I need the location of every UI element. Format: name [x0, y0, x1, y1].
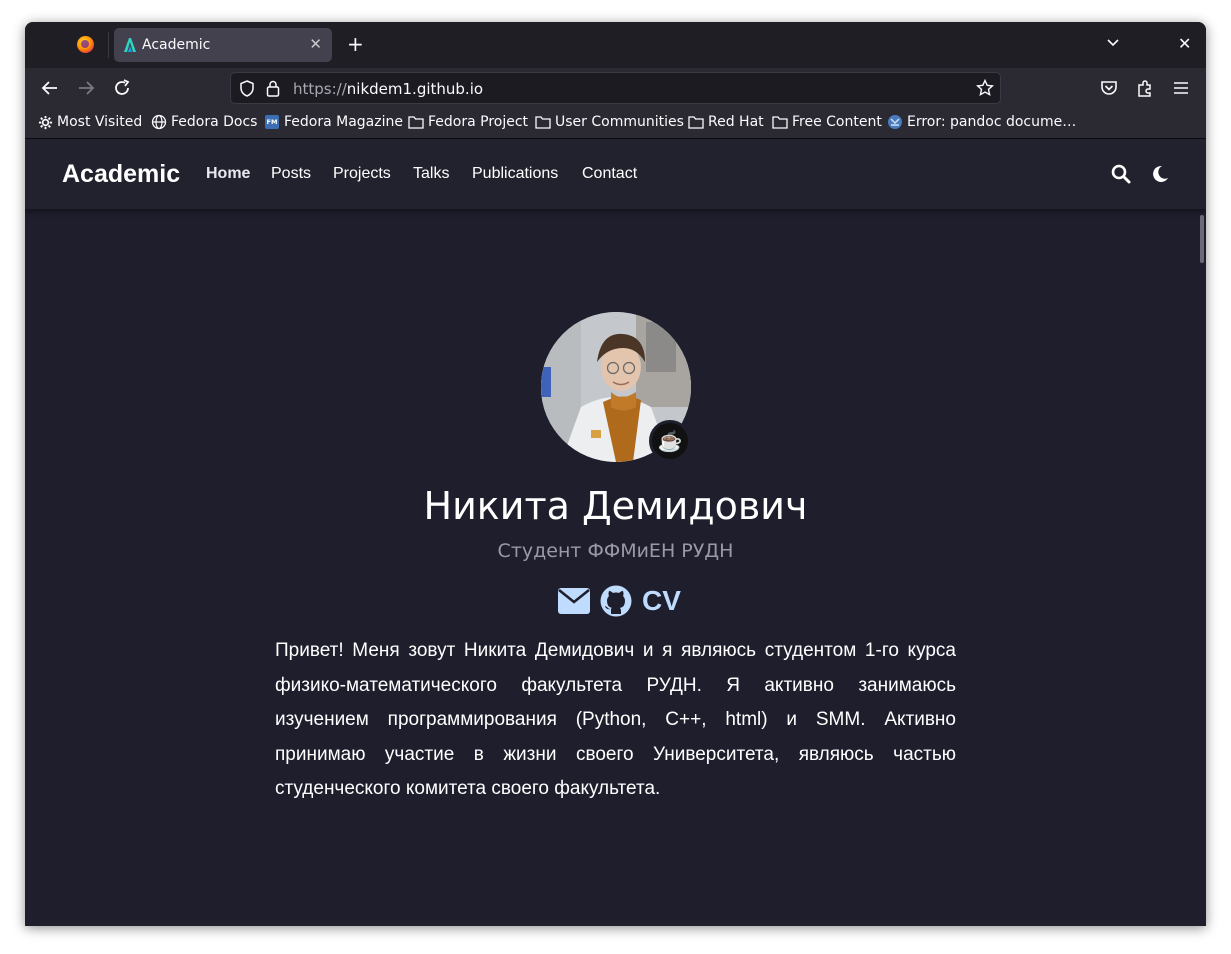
- bookmark-fedora-project[interactable]: Fedora Project: [408, 114, 528, 130]
- profile-bio: Привет! Меня зовут Никита Демидович и я …: [275, 640, 956, 800]
- bookmark-user-communities[interactable]: User Communities: [535, 114, 684, 130]
- hamburger-menu-icon[interactable]: [1171, 78, 1191, 98]
- envelope-icon[interactable]: [558, 588, 590, 614]
- bookmark-most-visited[interactable]: Most Visited: [38, 114, 142, 130]
- tab-title: Academic: [142, 37, 211, 53]
- nav-publications[interactable]: Publications: [472, 165, 558, 183]
- profile-role: Студент ФФМиЕН РУДН: [497, 540, 734, 562]
- scrollbar-thumb[interactable]: [1200, 215, 1204, 263]
- reload-icon[interactable]: [112, 78, 132, 98]
- dark-mode-moon-icon[interactable]: [1149, 163, 1171, 185]
- bookmark-free-content[interactable]: Free Content: [772, 114, 882, 130]
- gear-icon: [38, 115, 53, 129]
- svg-text:FM: FM: [267, 118, 278, 126]
- cv-link[interactable]: CV: [642, 585, 681, 617]
- firefox-logo-icon[interactable]: [77, 36, 94, 53]
- browser-window: Academic ✕ + ✕ https://nikdem1.github.io…: [25, 22, 1206, 926]
- chevron-down-icon[interactable]: [1106, 36, 1120, 50]
- bookmark-fedora-magazine[interactable]: FM Fedora Magazine: [264, 114, 403, 130]
- search-icon[interactable]: [1110, 163, 1132, 185]
- nav-posts[interactable]: Posts: [271, 165, 311, 183]
- nav-toolbar: https://nikdem1.github.io: [25, 68, 1206, 108]
- back-arrow-icon[interactable]: [40, 78, 60, 98]
- folder-icon: [772, 116, 788, 129]
- folder-icon: [408, 116, 424, 129]
- tab-strip: Academic ✕ + ✕: [25, 22, 1206, 68]
- nav-home[interactable]: Home: [206, 165, 250, 183]
- page-favicon-icon: [888, 115, 902, 129]
- github-icon[interactable]: [600, 585, 632, 617]
- shield-icon[interactable]: [239, 80, 255, 97]
- url-bar[interactable]: https://nikdem1.github.io: [230, 72, 1001, 104]
- extensions-puzzle-icon[interactable]: [1135, 78, 1155, 98]
- lock-icon[interactable]: [266, 80, 280, 97]
- bookmark-red-hat[interactable]: Red Hat: [688, 114, 764, 130]
- tab-close-icon[interactable]: ✕: [309, 35, 322, 53]
- nav-talks[interactable]: Talks: [413, 165, 449, 183]
- avatar: ☕: [541, 312, 691, 462]
- site-brand[interactable]: Academic: [62, 160, 180, 189]
- fm-icon: FM: [265, 115, 279, 129]
- globe-icon: [151, 114, 167, 130]
- profile-name: Никита Демидович: [423, 484, 808, 528]
- bookmark-fedora-docs[interactable]: Fedora Docs: [151, 114, 257, 130]
- new-tab-icon[interactable]: +: [347, 33, 364, 55]
- nav-projects[interactable]: Projects: [333, 165, 391, 183]
- bookmark-star-icon[interactable]: [976, 79, 994, 97]
- tab-academic[interactable]: Academic ✕: [114, 28, 332, 62]
- page-content: Academic Home Posts Projects Talks Publi…: [25, 139, 1206, 926]
- academic-favicon-icon: [124, 38, 136, 52]
- site-navbar: Academic Home Posts Projects Talks Publi…: [25, 139, 1206, 209]
- folder-icon: [535, 116, 551, 129]
- nav-contact[interactable]: Contact: [582, 165, 637, 183]
- folder-icon: [688, 116, 704, 129]
- bookmark-error-pandoc[interactable]: Error: pandoc docume…: [887, 114, 1076, 130]
- window-close-icon[interactable]: ✕: [1178, 34, 1191, 53]
- forward-arrow-icon[interactable]: [76, 78, 96, 98]
- status-emoji-badge: ☕: [649, 420, 691, 462]
- url-text[interactable]: https://nikdem1.github.io: [293, 80, 483, 98]
- pocket-icon[interactable]: [1099, 78, 1119, 98]
- social-links: CV: [558, 583, 681, 619]
- tab-separator: [108, 32, 109, 58]
- bookmarks-bar: Most Visited Fedora Docs FM Fedora Magaz…: [25, 108, 1206, 139]
